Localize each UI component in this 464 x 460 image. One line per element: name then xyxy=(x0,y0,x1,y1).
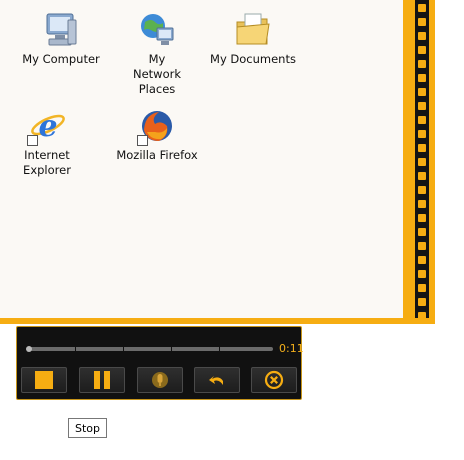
film-sprocket-hole xyxy=(418,186,426,194)
film-sprocket-hole xyxy=(418,144,426,152)
network-places-icon xyxy=(141,14,174,45)
film-sprocket-hole xyxy=(418,88,426,96)
film-sprocket-hole xyxy=(418,74,426,82)
film-sprocket-hole xyxy=(418,298,426,306)
film-sprocket-hole xyxy=(418,116,426,124)
elapsed-time: 0:11 xyxy=(279,342,304,355)
desktop-icon-my-documents[interactable]: My Documents xyxy=(208,10,298,67)
pause-button[interactable] xyxy=(79,367,125,393)
film-sprocket-hole xyxy=(418,130,426,138)
recorder-toolbar: 0:11 xyxy=(16,326,304,400)
my-computer-icon xyxy=(46,13,77,46)
cancel-icon xyxy=(264,370,284,390)
recording-frame-border xyxy=(0,318,435,324)
microphone-button[interactable] xyxy=(137,367,183,393)
pause-icon xyxy=(94,371,110,389)
film-sprocket-hole xyxy=(418,102,426,110)
undo-button[interactable] xyxy=(194,367,240,393)
progress-knob xyxy=(26,346,32,352)
film-sprocket-hole xyxy=(418,60,426,68)
desktop-icon-my-computer[interactable]: My Computer xyxy=(16,10,106,67)
desktop-icon-my-network-places[interactable]: My Network Places xyxy=(112,10,202,97)
desktop-icon-label: My Documents xyxy=(210,52,296,66)
microphone-icon xyxy=(152,372,168,388)
my-documents-icon xyxy=(236,13,270,45)
recording-frame-border xyxy=(403,0,435,324)
film-sprocket-hole xyxy=(418,228,426,236)
desktop-icon-label: Internet Explorer xyxy=(23,148,71,177)
desktop-icon-internet-explorer[interactable]: e Internet Explorer xyxy=(2,106,92,178)
desktop-icon-mozilla-firefox[interactable]: Mozilla Firefox xyxy=(112,106,202,163)
undo-icon xyxy=(209,376,223,385)
film-sprocket-hole xyxy=(418,4,426,12)
film-sprocket-hole xyxy=(418,158,426,166)
film-sprocket-hole xyxy=(418,200,426,208)
film-sprocket-hole xyxy=(418,172,426,180)
desktop-icon-label: My Computer xyxy=(22,52,100,66)
stop-tooltip: Stop xyxy=(68,418,108,438)
film-sprocket-hole xyxy=(418,214,426,222)
film-sprocket-hole xyxy=(418,18,426,26)
stop-icon xyxy=(35,371,53,389)
desktop-area: My Computer My Network Places My Documen… xyxy=(0,0,403,318)
desktop-icon-label: My Network Places xyxy=(132,52,182,96)
cancel-button[interactable] xyxy=(251,367,297,393)
recording-progress-bar xyxy=(26,346,273,352)
film-sprocket-hole xyxy=(418,256,426,264)
film-sprocket-hole xyxy=(418,284,426,292)
film-sprocket-hole xyxy=(418,32,426,40)
film-sprocket-hole xyxy=(418,270,426,278)
desktop-icon-label: Mozilla Firefox xyxy=(116,148,198,162)
stop-button[interactable] xyxy=(21,367,67,393)
shortcut-arrow-icon xyxy=(137,135,148,146)
svg-text:e: e xyxy=(38,109,57,144)
shortcut-arrow-icon xyxy=(27,135,38,146)
film-sprocket-hole xyxy=(418,46,426,54)
film-sprocket-hole xyxy=(418,242,426,250)
